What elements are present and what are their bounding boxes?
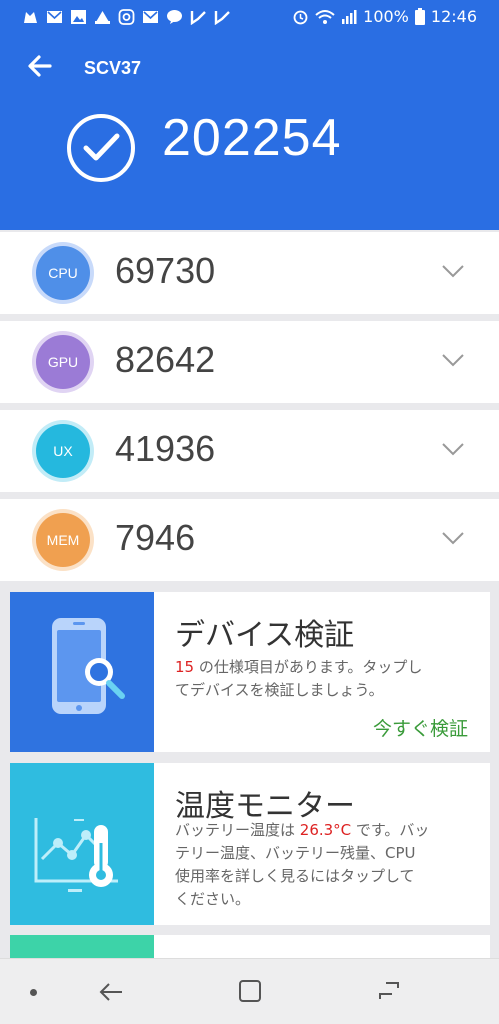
mail-icon	[46, 9, 63, 25]
nav-recent-icon[interactable]	[376, 979, 402, 1003]
checkmark-icon	[67, 114, 135, 182]
chevron-down-icon[interactable]	[441, 531, 465, 545]
gpu-badge: GPU	[36, 335, 90, 389]
header: 100% 12:46 SCV37 202254	[0, 0, 499, 230]
gallery-icon	[70, 9, 87, 25]
navigation-bar	[0, 958, 499, 1024]
check-icon	[214, 9, 231, 25]
instagram-icon	[118, 9, 135, 25]
chevron-down-icon[interactable]	[441, 353, 465, 367]
mem-score: 7946	[115, 517, 196, 558]
signal-icon	[342, 10, 357, 24]
battery-percent: 100%	[363, 7, 409, 26]
shopping-icon	[94, 9, 111, 25]
wifi-icon	[315, 9, 335, 24]
battery-icon	[414, 8, 425, 25]
nav-back-icon[interactable]	[98, 980, 124, 1004]
nav-home-icon[interactable]	[238, 979, 262, 1003]
back-arrow-icon[interactable]	[26, 52, 54, 80]
mem-badge: MEM	[36, 513, 90, 567]
chevron-down-icon[interactable]	[441, 264, 465, 278]
score-row-cpu[interactable]: CPU 69730	[0, 232, 499, 314]
chevron-down-icon[interactable]	[441, 442, 465, 456]
temperature-monitor-card[interactable]: 温度モニター バッテリー温度は 26.3°C です。バッ テリー温度、バッテリー…	[10, 763, 490, 925]
thermometer-chart-icon	[10, 763, 154, 925]
notification-icons	[22, 9, 231, 25]
verify-now-link[interactable]: 今すぐ検証	[373, 714, 468, 741]
check-icon	[190, 9, 207, 25]
score-row-ux[interactable]: UX 41936	[0, 410, 499, 492]
device-verify-card[interactable]: デバイス検証 15 の仕様項目があります。タップし てデバイスを検証しましょう。…	[10, 592, 490, 752]
device-name: SCV37	[84, 58, 142, 78]
card-image	[10, 935, 154, 958]
partial-card[interactable]	[10, 935, 490, 958]
ux-score: 41936	[115, 428, 216, 469]
status-bar: 100% 12:46	[0, 0, 499, 36]
score-row-mem[interactable]: MEM 7946	[0, 499, 499, 581]
spec-count: 15	[175, 658, 195, 676]
card-description: バッテリー温度は 26.3°C です。バッ テリー温度、バッテリー残量、CPU …	[175, 821, 430, 908]
cpu-score: 69730	[115, 250, 216, 291]
card-title: デバイス検証	[175, 618, 355, 653]
battery-temperature: 26.3°C	[299, 821, 352, 839]
phone-search-icon	[10, 592, 154, 752]
score-row-gpu[interactable]: GPU 82642	[0, 321, 499, 403]
card-description: 15 の仕様項目があります。タップし てデバイスを検証しましょう。	[175, 658, 423, 699]
mail-icon	[142, 9, 159, 25]
ux-badge: UX	[36, 424, 90, 478]
nav-dot-icon	[30, 989, 37, 996]
alarm-icon	[293, 10, 308, 25]
total-score: 202254	[162, 109, 342, 167]
line-icon	[166, 9, 183, 25]
cpu-badge: CPU	[36, 246, 90, 300]
system-status: 100% 12:46	[292, 7, 477, 26]
app-icon	[22, 9, 39, 25]
gpu-score: 82642	[115, 339, 216, 380]
clock: 12:46	[430, 7, 477, 26]
